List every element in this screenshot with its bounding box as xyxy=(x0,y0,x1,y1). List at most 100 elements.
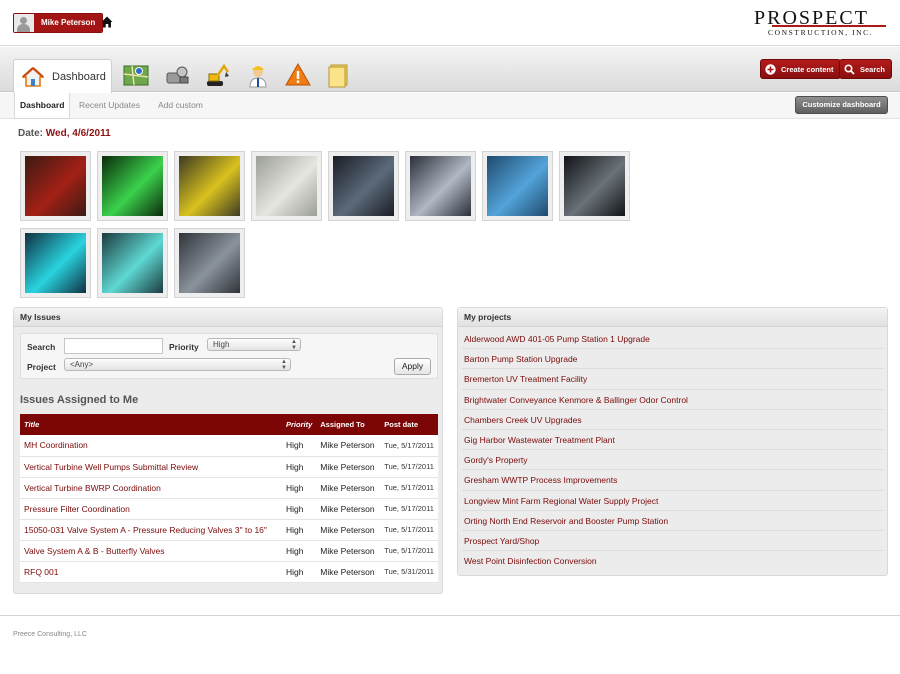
photo-valve-red[interactable] xyxy=(20,151,91,221)
table-row[interactable]: Vertical Turbine BWRP Coordination High Mi… xyxy=(20,477,438,499)
issue-assignee: Mike Peterson xyxy=(316,435,381,457)
photo-yellow-equipment[interactable] xyxy=(174,151,245,221)
date-value: Wed, 4/6/2011 xyxy=(45,128,111,139)
photo-image xyxy=(102,156,163,216)
tab-dashboard[interactable]: Dashboard xyxy=(13,59,112,93)
project-filter-label: Project xyxy=(27,362,56,372)
issue-assignee: Mike Peterson xyxy=(316,540,381,562)
photo-piping[interactable] xyxy=(405,151,476,221)
subtab-add-custom[interactable]: Add custom xyxy=(153,93,208,119)
subtab-recent-updates[interactable]: Recent Updates xyxy=(74,93,145,119)
photo-facility-interior[interactable] xyxy=(174,228,245,298)
col-title[interactable]: Title xyxy=(20,414,282,435)
issue-title-link[interactable]: Vertical Turbine Well Pumps Submittal Re… xyxy=(20,456,282,478)
project-link[interactable]: Prospect Yard/Shop xyxy=(462,531,883,552)
col-assigned-to[interactable]: Assigned To xyxy=(316,414,381,435)
issue-priority: High xyxy=(282,498,317,520)
machinery-icon[interactable] xyxy=(164,62,190,88)
photo-scada-screen-1[interactable] xyxy=(20,228,91,298)
photo-scada-screen-2[interactable] xyxy=(97,228,168,298)
col-priority[interactable]: Priority xyxy=(282,414,317,435)
top-bar: Mike Peterson PROSPECT CONSTRUCTION, INC… xyxy=(0,0,900,46)
issue-title-link[interactable]: 15050-031 Valve System A - Pressure Redu… xyxy=(20,519,282,541)
issue-title-link[interactable]: MH Coordination xyxy=(20,435,282,457)
project-link[interactable]: Barton Pump Station Upgrade xyxy=(462,349,883,370)
sub-nav: Dashboard Recent Updates Add custom Cust… xyxy=(0,93,900,119)
priority-select[interactable]: High ▲ ▼ xyxy=(207,338,301,351)
project-link[interactable]: Gordy's Property xyxy=(462,450,883,471)
issue-post-date: Tue, 5/17/2011 xyxy=(380,498,438,520)
issue-post-date: Tue, 5/17/2011 xyxy=(380,477,438,499)
photo-pump-room[interactable] xyxy=(328,151,399,221)
project-link[interactable]: Gig Harbor Wastewater Treatment Plant xyxy=(462,430,883,451)
search-label: Search xyxy=(860,64,886,74)
excavator-icon[interactable] xyxy=(204,62,230,88)
projects-list: Alderwood AWD 401-05 Pump Station 1 Upgr… xyxy=(458,327,887,572)
table-row[interactable]: 15050-031 Valve System A - Pressure Redu… xyxy=(20,519,438,541)
project-link[interactable]: Alderwood AWD 401-05 Pump Station 1 Upgr… xyxy=(462,329,883,350)
table-row[interactable]: RFQ 001 High Mike Peterson Tue, 5/31/2011 xyxy=(20,561,438,583)
issue-assignee: Mike Peterson xyxy=(316,477,381,499)
table-row[interactable]: Valve System A & B - Butterfly Valves Hig… xyxy=(20,540,438,562)
map-icon[interactable] xyxy=(123,62,149,88)
issue-title-link[interactable]: RFQ 001 xyxy=(20,561,282,583)
customize-dashboard-button[interactable]: Customize dashboard xyxy=(795,96,888,114)
footer: Preece Consulting, LLC xyxy=(0,615,900,638)
priority-select-value: High xyxy=(213,340,230,349)
issue-title-link[interactable]: Valve System A & B - Butterfly Valves xyxy=(20,540,282,562)
issue-assignee: Mike Peterson xyxy=(316,561,381,583)
project-link[interactable]: Orting North End Reservoir and Booster P… xyxy=(462,511,883,531)
user-menu[interactable]: Mike Peterson xyxy=(13,13,104,33)
table-row[interactable]: MH Coordination High Mike Peterson Tue, 5/1… xyxy=(20,435,438,457)
photo-electrical-panel[interactable] xyxy=(251,151,322,221)
issue-assignee: Mike Peterson xyxy=(316,456,381,478)
project-link[interactable]: West Point Disinfection Conversion xyxy=(462,551,883,571)
subtab-dashboard[interactable]: Dashboard xyxy=(14,93,71,119)
house-icon xyxy=(22,66,44,87)
issue-title-link[interactable]: Pressure Filter Coordination xyxy=(20,498,282,520)
user-name: Mike Peterson xyxy=(34,14,103,32)
worker-icon[interactable] xyxy=(245,62,271,88)
logo-subtitle: CONSTRUCTION, INC. xyxy=(768,28,874,37)
issue-assignee: Mike Peterson xyxy=(316,498,381,520)
footer-text: Preece Consulting, LLC xyxy=(13,631,87,638)
table-row[interactable]: Vertical Turbine Well Pumps Submittal Re… xyxy=(20,456,438,478)
my-projects-title: My projects xyxy=(458,308,887,327)
issue-priority: High xyxy=(282,561,317,583)
project-select[interactable]: <Any> ▲ ▼ xyxy=(64,358,291,371)
apply-button[interactable]: Apply xyxy=(394,358,431,375)
documents-icon[interactable] xyxy=(326,62,352,88)
issue-search-input[interactable] xyxy=(64,338,163,354)
photo-control-screen[interactable] xyxy=(97,151,168,221)
issue-title-link[interactable]: Vertical Turbine BWRP Coordination xyxy=(20,477,282,499)
issue-assignee: Mike Peterson xyxy=(316,519,381,541)
table-row[interactable]: Pressure Filter Coordination High Mike Pet… xyxy=(20,498,438,520)
create-content-button[interactable]: Create content xyxy=(760,59,841,79)
photo-image xyxy=(256,156,317,216)
company-logo: PROSPECT CONSTRUCTION, INC. xyxy=(754,8,888,38)
home-icon[interactable] xyxy=(101,16,113,28)
col-post-date[interactable]: Post date xyxy=(380,414,438,435)
project-link[interactable]: Brightwater Conveyance Kenmore & Balling… xyxy=(462,390,883,410)
tab-dashboard-label: Dashboard xyxy=(52,70,106,83)
issue-post-date: Tue, 5/31/2011 xyxy=(380,561,438,583)
issue-priority: High xyxy=(282,519,317,541)
issue-priority: High xyxy=(282,456,317,478)
project-link[interactable]: Gresham WWTP Process Improvements xyxy=(462,470,883,491)
photo-image xyxy=(487,156,548,216)
photo-image xyxy=(25,156,86,216)
search-button[interactable]: Search xyxy=(839,59,893,79)
issue-post-date: Tue, 5/17/2011 xyxy=(380,519,438,541)
photo-blue-pump[interactable] xyxy=(482,151,553,221)
warning-icon[interactable] xyxy=(285,62,311,88)
select-arrows-icon: ▲ ▼ xyxy=(281,359,287,371)
issue-filters: Search Priority High ▲ ▼ Project <Any> ▲ ▼… xyxy=(20,333,438,379)
search-icon xyxy=(844,63,855,75)
project-link[interactable]: Chambers Creek UV Upgrades xyxy=(462,410,883,430)
main-nav: Dashboard Create content Search xyxy=(0,47,900,93)
priority-filter-label: Priority xyxy=(169,342,199,352)
project-link[interactable]: Longview Mint Farm Regional Water Supply… xyxy=(462,491,883,511)
issues-assigned-title: Issues Assigned to Me xyxy=(20,394,139,406)
project-link[interactable]: Bremerton UV Treatment Facility xyxy=(462,369,883,390)
photo-generator[interactable] xyxy=(559,151,630,221)
